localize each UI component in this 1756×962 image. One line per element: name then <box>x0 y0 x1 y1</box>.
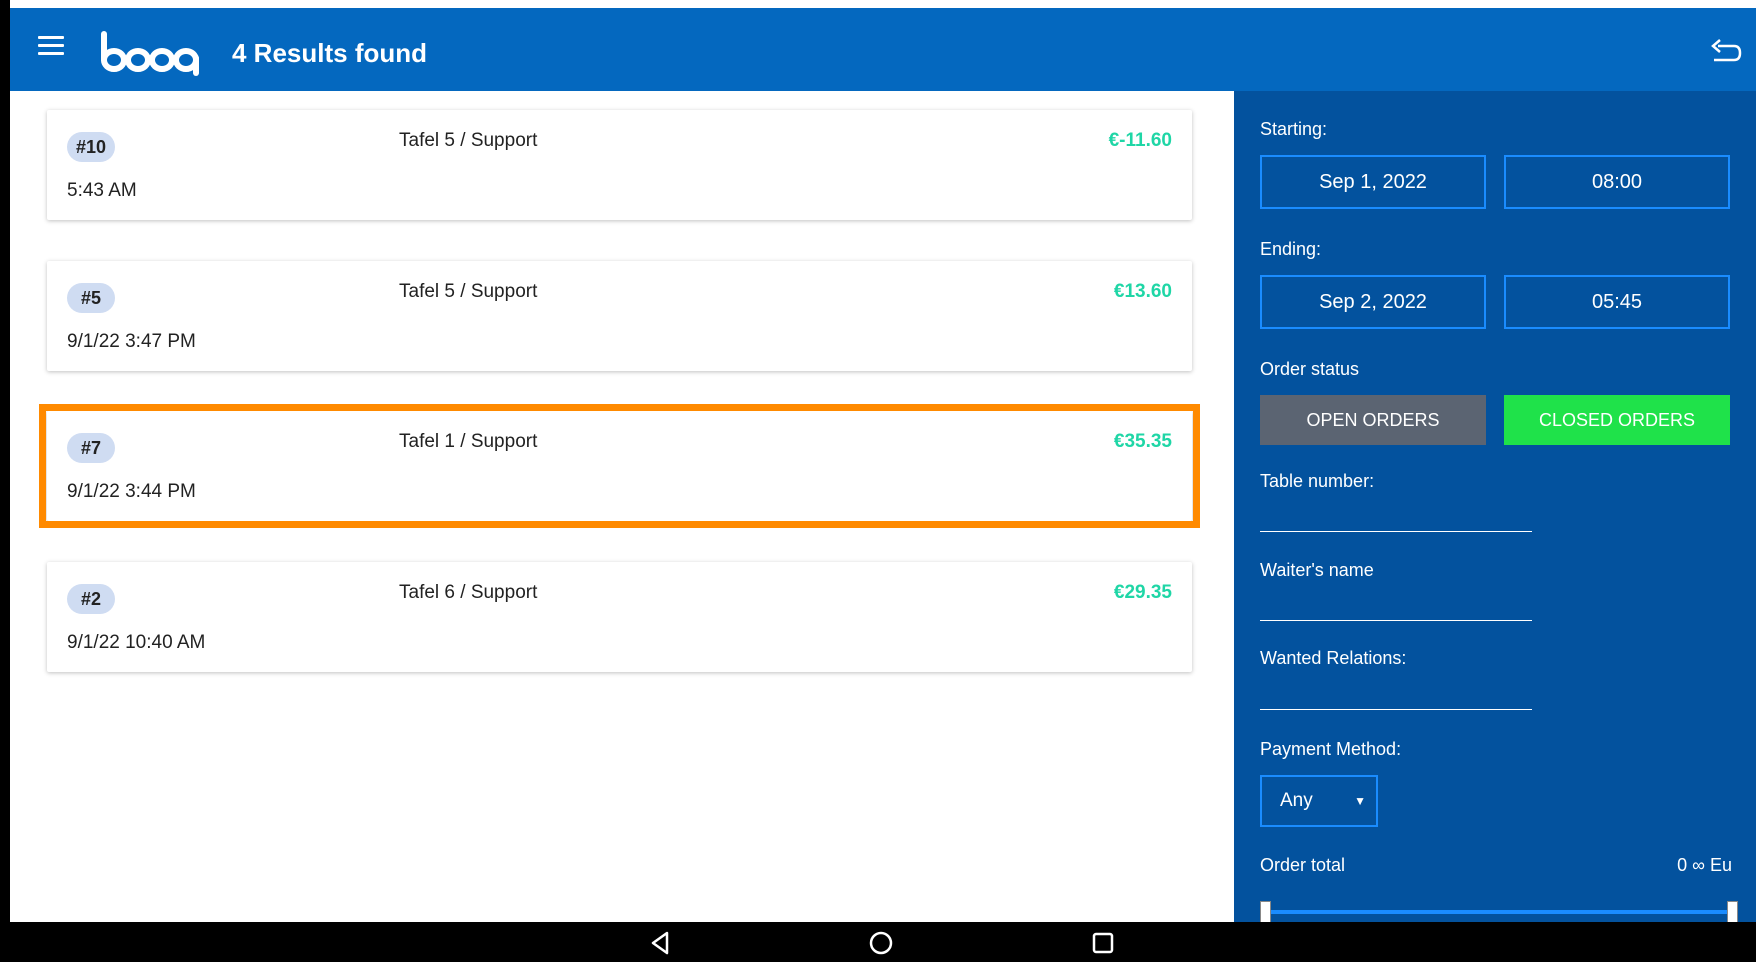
order-number-badge: #2 <box>67 584 115 614</box>
hamburger-menu-icon[interactable] <box>38 36 64 62</box>
ending-label: Ending: <box>1260 239 1322 259</box>
payment-method-select[interactable]: Any ▼ <box>1260 775 1378 827</box>
ending-date-field[interactable]: Sep 2, 2022 <box>1260 275 1486 329</box>
closed-orders-button[interactable]: CLOSED ORDERS <box>1504 395 1730 445</box>
order-amount: €13.60 <box>1113 281 1172 302</box>
nav-home-circle-icon[interactable] <box>868 930 894 956</box>
undo-arrow-icon[interactable] <box>1708 38 1744 68</box>
waiter-label: Waiter's name <box>1260 560 1374 580</box>
order-list: #10 Tafel 5 / Support €-11.60 5:43 AM #5… <box>10 91 1234 922</box>
order-time: 9/1/22 10:40 AM <box>67 632 206 653</box>
order-time: 9/1/22 3:47 PM <box>67 331 196 352</box>
relations-label: Wanted Relations: <box>1260 648 1407 668</box>
order-total-slider[interactable] <box>1260 901 1738 923</box>
starting-time-field[interactable]: 08:00 <box>1504 155 1730 209</box>
dropdown-caret-icon: ▼ <box>1354 794 1366 808</box>
order-card[interactable]: #2 Tafel 6 / Support €29.35 9/1/22 10:40… <box>47 562 1192 672</box>
order-time: 5:43 AM <box>67 180 137 201</box>
order-number-badge: #10 <box>67 132 115 162</box>
order-number-badge: #5 <box>67 283 115 313</box>
order-table: Tafel 6 / Support <box>399 582 538 603</box>
order-table: Tafel 5 / Support <box>399 130 538 151</box>
slider-min-handle[interactable] <box>1260 901 1271 923</box>
nav-back-triangle-icon[interactable] <box>647 930 673 956</box>
results-title: 4 Results found <box>232 38 428 68</box>
waiter-name-input[interactable] <box>1260 620 1532 621</box>
payment-method-value: Any <box>1280 790 1313 811</box>
android-nav-bar <box>10 922 1756 962</box>
app-screen: 4 Results found #10 Tafel 5 / Support €-… <box>10 0 1756 962</box>
table-number-input[interactable] <box>1260 531 1532 532</box>
booq-logo <box>101 31 199 76</box>
order-amount: €29.35 <box>1113 582 1172 603</box>
order-status-label: Order status <box>1260 359 1360 379</box>
slider-max-handle[interactable] <box>1727 901 1738 923</box>
order-time: 9/1/22 3:44 PM <box>67 481 196 502</box>
top-app-bar: 4 Results found <box>10 8 1756 91</box>
order-number-badge: #7 <box>67 433 115 463</box>
order-total-range: 0 ∞ Eu <box>1677 855 1732 875</box>
order-table: Tafel 5 / Support <box>399 281 538 302</box>
table-number-label: Table number: <box>1260 471 1375 491</box>
order-amount: €-11.60 <box>1108 130 1172 151</box>
starting-label: Starting: <box>1260 119 1328 139</box>
order-card[interactable]: #10 Tafel 5 / Support €-11.60 5:43 AM <box>47 110 1192 220</box>
payment-method-label: Payment Method: <box>1260 739 1402 759</box>
starting-date-field[interactable]: Sep 1, 2022 <box>1260 155 1486 209</box>
nav-recents-square-icon[interactable] <box>1090 930 1116 956</box>
open-orders-button[interactable]: OPEN ORDERS <box>1260 395 1486 445</box>
order-card[interactable]: #7 Tafel 1 / Support €35.35 9/1/22 3:44 … <box>47 411 1192 521</box>
ending-time-field[interactable]: 05:45 <box>1504 275 1730 329</box>
order-total-label: Order total <box>1260 855 1346 875</box>
slider-track <box>1260 910 1738 914</box>
order-amount: €35.35 <box>1113 431 1172 452</box>
relations-input[interactable] <box>1260 709 1532 710</box>
order-table: Tafel 1 / Support <box>399 431 538 452</box>
filter-panel: Starting: Sep 1, 2022 08:00 Ending: Sep … <box>1234 91 1756 923</box>
order-card[interactable]: #5 Tafel 5 / Support €13.60 9/1/22 3:47 … <box>47 261 1192 371</box>
